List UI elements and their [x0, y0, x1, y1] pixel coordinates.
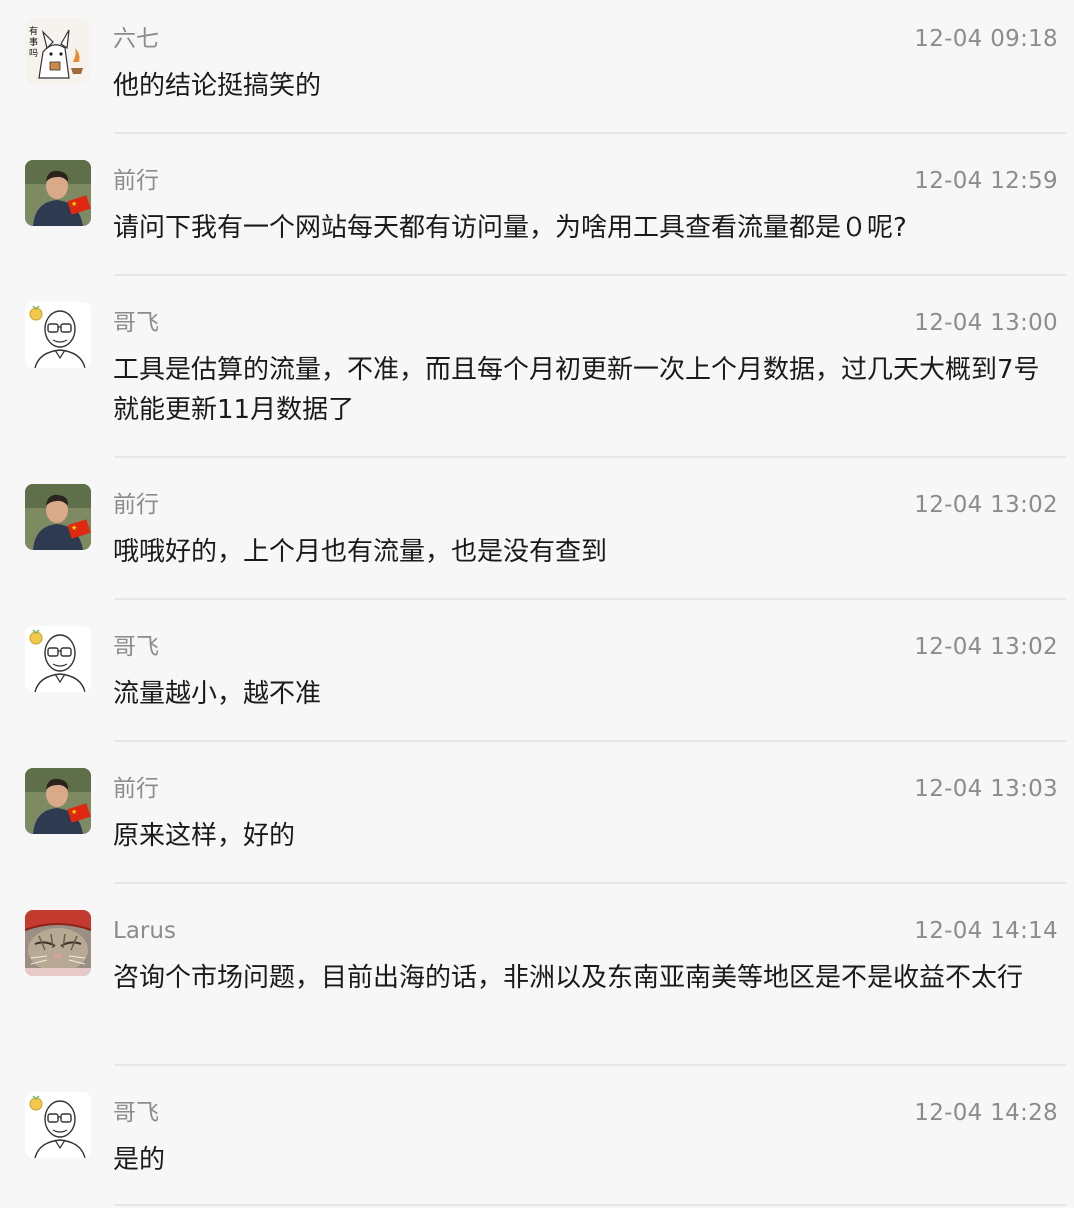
larus-avatar[interactable]	[25, 910, 91, 976]
sender-name[interactable]: 哥飞	[113, 308, 159, 338]
svg-text:有: 有	[29, 25, 38, 37]
message-time: 12-04 14:14	[914, 918, 1058, 944]
message-time: 12-04 13:00	[914, 310, 1058, 336]
gefei-avatar[interactable]	[25, 1092, 91, 1158]
message-text: 工具是估算的流量，不准，而且每个月初更新一次上个月数据，过几天大概到7号就能更新…	[113, 355, 1040, 425]
sender-name[interactable]: 前行	[113, 490, 159, 520]
svg-text:★: ★	[71, 200, 77, 208]
svg-text:事: 事	[29, 36, 38, 48]
liuqi-avatar[interactable]: 有 事 吗	[25, 18, 91, 84]
message-text: 请问下我有一个网站每天都有访问量，为啥用工具查看流量都是０呢?	[113, 213, 907, 243]
message-divider	[115, 456, 1066, 458]
message-divider	[115, 132, 1066, 134]
message-divider	[115, 274, 1066, 276]
svg-text:★: ★	[71, 808, 77, 816]
message-time: 12-04 14:28	[914, 1100, 1058, 1126]
qianxing-avatar[interactable]: ★	[25, 160, 91, 226]
message-text: 是的	[113, 1145, 166, 1175]
message-time: 12-04 13:02	[914, 634, 1058, 660]
message-time: 12-04 13:02	[914, 492, 1058, 518]
message-time: 12-04 13:03	[914, 776, 1058, 802]
sender-name[interactable]: 前行	[113, 774, 159, 804]
gefei-avatar[interactable]	[25, 626, 91, 692]
message-divider	[115, 1064, 1066, 1066]
message-text: 流量越小，越不准	[113, 679, 322, 709]
message-divider	[115, 1204, 1066, 1206]
message-time: 12-04 12:59	[914, 168, 1058, 194]
gefei-avatar[interactable]	[25, 302, 91, 368]
sender-name[interactable]: 前行	[113, 166, 159, 196]
svg-text:吗: 吗	[29, 48, 38, 59]
sender-name[interactable]: Larus	[113, 916, 176, 946]
message-divider	[115, 598, 1066, 600]
qianxing-avatar[interactable]: ★	[25, 484, 91, 550]
sender-name[interactable]: 哥飞	[113, 632, 159, 662]
qianxing-avatar[interactable]: ★	[25, 768, 91, 834]
sender-name[interactable]: 哥飞	[113, 1098, 159, 1128]
message-text: 他的结论挺搞笑的	[113, 71, 322, 101]
message-text: 哦哦好的，上个月也有流量，也是没有查到	[113, 537, 608, 567]
message-text: 咨询个市场问题，目前出海的话，非洲以及东南亚南美等地区是不是收益不太行	[113, 963, 1024, 993]
sender-name[interactable]: 六七	[113, 24, 159, 54]
svg-text:★: ★	[71, 524, 77, 532]
message-divider	[115, 882, 1066, 884]
message-text: 原来这样，好的	[113, 821, 296, 851]
message-time: 12-04 09:18	[914, 26, 1058, 52]
message-list: 有 事 吗 六七 12-04 09:18 他的结论挺搞笑的 ★ 前行 12-04…	[0, 0, 1074, 1208]
message-divider	[115, 740, 1066, 742]
